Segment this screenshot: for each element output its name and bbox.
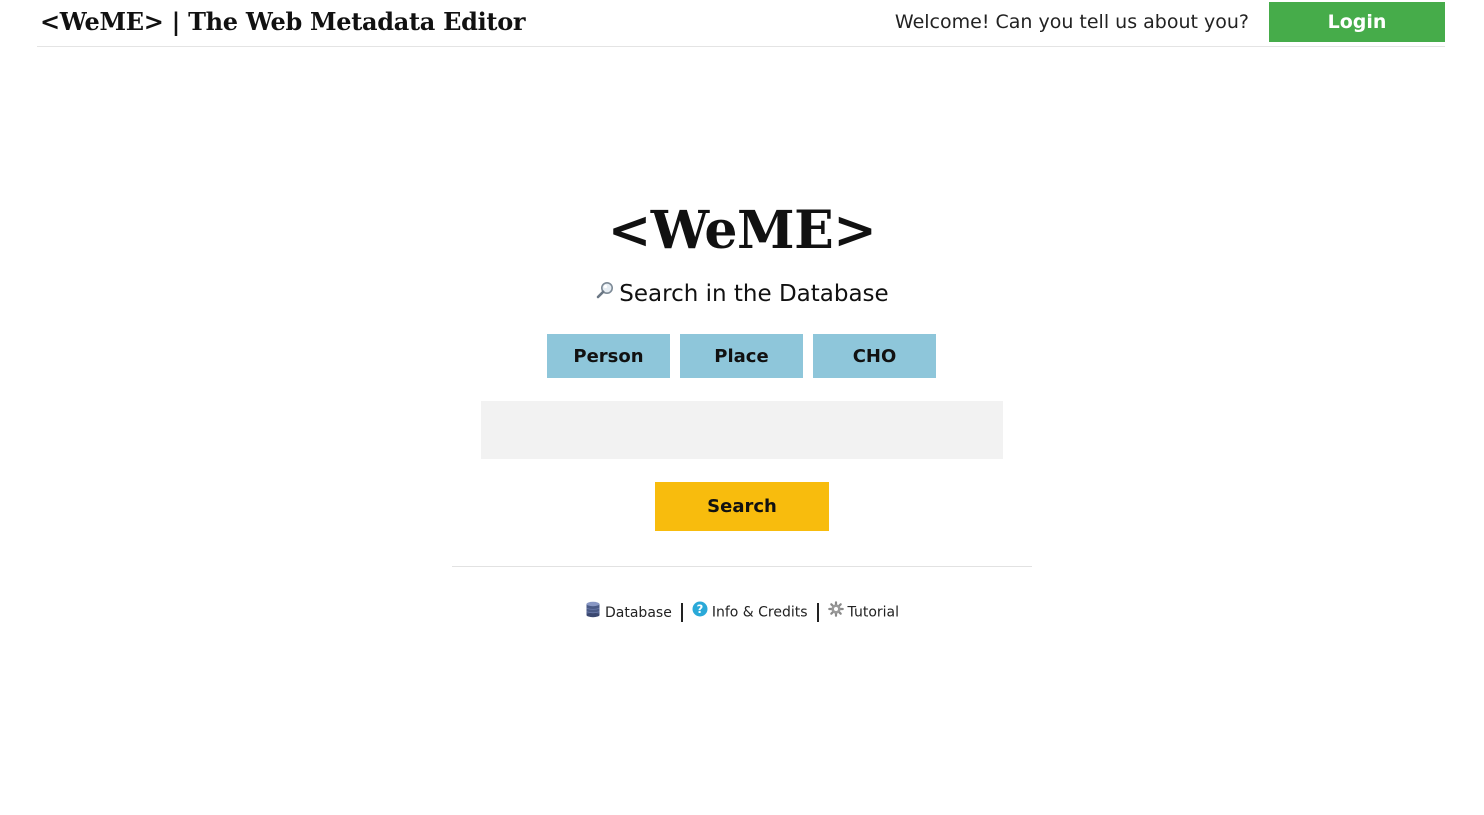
- app-title: <WeME> | The Web Metadata Editor: [40, 7, 526, 36]
- magnifier-icon: [595, 280, 615, 306]
- gear-icon: [827, 601, 844, 621]
- footer-links: Database ? Info & Credits Tutorial: [0, 601, 1484, 622]
- main-logo: <WeME>: [607, 200, 877, 261]
- footer-link-tutorial-label: Tutorial: [847, 604, 899, 621]
- type-button-place[interactable]: Place: [680, 334, 803, 378]
- search-input[interactable]: [481, 401, 1003, 459]
- login-button[interactable]: Login: [1269, 2, 1445, 42]
- page: <WeME> | The Web Metadata Editor Welcome…: [0, 0, 1484, 815]
- search-button[interactable]: Search: [655, 482, 829, 531]
- footer-separator: [816, 603, 819, 622]
- entity-type-selector: Person Place CHO: [547, 334, 937, 378]
- type-button-cho[interactable]: CHO: [813, 334, 936, 378]
- search-heading: Search in the Database: [0, 281, 1484, 307]
- footer-link-database-label: Database: [605, 604, 672, 621]
- search-heading-text: Search in the Database: [619, 281, 889, 307]
- footer-separator: [680, 603, 683, 622]
- footer-divider: [452, 566, 1032, 567]
- footer-link-database[interactable]: Database: [585, 601, 672, 622]
- help-circle-icon: ?: [692, 601, 708, 621]
- footer-link-tutorial[interactable]: Tutorial: [827, 601, 899, 621]
- type-button-person[interactable]: Person: [547, 334, 670, 378]
- footer-link-info-credits-label: Info & Credits: [711, 604, 808, 621]
- welcome-text: Welcome! Can you tell us about you?: [894, 11, 1249, 33]
- svg-text:?: ?: [696, 602, 703, 616]
- footer-link-info-credits[interactable]: ? Info & Credits: [692, 601, 808, 621]
- top-header: <WeME> | The Web Metadata Editor Welcome…: [37, 0, 1445, 47]
- database-icon: [585, 601, 601, 622]
